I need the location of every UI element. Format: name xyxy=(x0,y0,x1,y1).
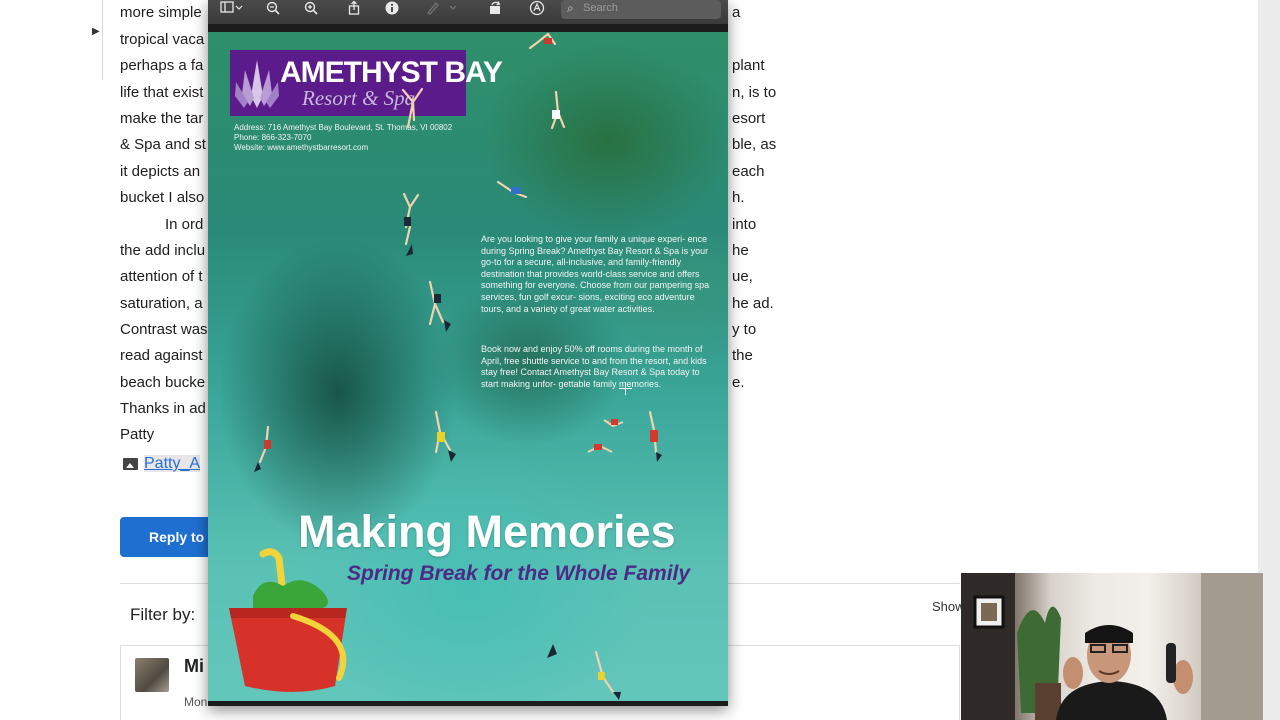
comment-author[interactable]: Mi xyxy=(184,656,204,677)
post-text-line: read against xyxy=(120,347,203,364)
search-icon: ⌕ xyxy=(567,1,574,15)
avatar[interactable] xyxy=(135,658,169,692)
sidebar-toggle-icon[interactable] xyxy=(216,0,246,20)
post-text-line-end: ble, as xyxy=(732,136,777,153)
markup-pen-icon[interactable] xyxy=(422,0,462,20)
post-text-line-end: each xyxy=(732,163,765,180)
presenter-video xyxy=(961,573,1263,720)
flyer-paragraph-1: Are you looking to give your family a un… xyxy=(481,234,710,314)
post-text-line-end: y to xyxy=(732,321,757,338)
attachment-link[interactable]: Patty_A xyxy=(144,455,201,472)
post-text-line-end: into xyxy=(732,216,757,233)
post-text-line: & Spa and st xyxy=(120,136,206,153)
post-text-line: attention of t xyxy=(120,268,203,285)
post-text-line-end: n, is to xyxy=(732,84,777,101)
post-text-line: Thanks in ad xyxy=(120,400,206,417)
collapse-rail[interactable] xyxy=(90,0,103,80)
flyer-document: AMETHYST BAY Resort & Spa Address: 716 A… xyxy=(208,32,728,701)
share-icon[interactable] xyxy=(341,0,367,20)
post-text-line-end: he xyxy=(732,242,749,259)
post-text-line-end: the xyxy=(732,347,753,364)
post-text-line-end: he ad. xyxy=(732,295,774,312)
search-placeholder: Search xyxy=(583,2,618,14)
post-text-line-end: a xyxy=(732,4,741,21)
post-text-line: saturation, a xyxy=(120,295,203,312)
comment-date: Mon xyxy=(184,695,208,709)
filter-label: Filter by: xyxy=(130,605,196,624)
post-text-line: it depicts an xyxy=(120,163,201,180)
post-text-line: perhaps a fa xyxy=(120,57,204,74)
post-text-line-end: ue, xyxy=(732,268,753,285)
flyer-subheadline: Spring Break for the Whole Family xyxy=(347,562,691,585)
post-text-line: In ord xyxy=(165,216,204,233)
post-text-line-end: e. xyxy=(732,374,745,391)
flyer-paragraph-2: Book now and enjoy 50% off rooms during … xyxy=(481,344,707,389)
show-dropdown[interactable]: Show xyxy=(932,599,965,614)
post-text-line: bucket I also xyxy=(120,189,205,206)
expand-caret-icon[interactable]: ▶ xyxy=(92,26,100,37)
post-text-line: tropical vaca xyxy=(120,31,205,48)
preview-window: ⌕ Search AMETHYST BAY Resort & Spa Addre… xyxy=(208,0,728,706)
post-text-line: Patty xyxy=(120,426,155,443)
post-text-line: life that exist xyxy=(120,84,204,101)
crosshair-cursor-icon xyxy=(619,382,632,395)
post-text-line: beach bucke xyxy=(120,374,206,391)
zoom-out-icon[interactable] xyxy=(260,0,286,20)
post-text-line: make the tar xyxy=(120,110,204,127)
preview-toolbar: ⌕ Search xyxy=(208,0,728,24)
image-attachment-icon xyxy=(123,458,138,470)
post-text-line-end: esort xyxy=(732,110,766,127)
zoom-in-icon[interactable] xyxy=(298,0,324,20)
rotate-icon[interactable] xyxy=(482,0,508,20)
presenter-webcam xyxy=(961,573,1263,720)
post-text-line: more simple xyxy=(120,4,202,21)
post-text-line-end: h. xyxy=(732,189,745,206)
post-text-line: Contrast was xyxy=(120,321,208,338)
markup-toolbar-icon[interactable] xyxy=(524,0,550,20)
info-icon[interactable] xyxy=(379,0,405,20)
beach-bucket-icon xyxy=(229,548,347,692)
flyer-headline: Making Memories xyxy=(298,506,676,557)
post-text-line-end: plant xyxy=(732,57,765,74)
attachment-link-wrap[interactable]: Patty_A xyxy=(144,455,201,473)
search-input[interactable]: ⌕ Search xyxy=(561,0,721,19)
post-text-line: the add inclu xyxy=(120,242,206,259)
